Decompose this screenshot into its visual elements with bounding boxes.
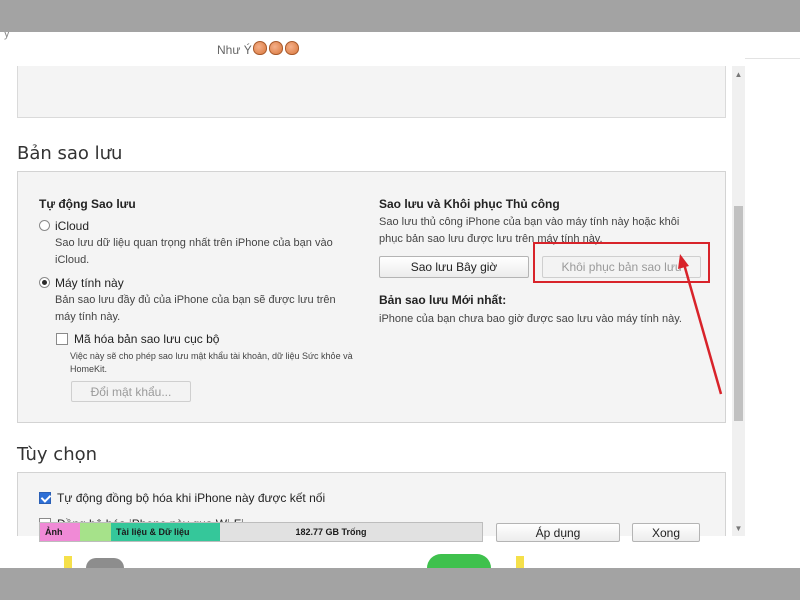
this-computer-radio-label[interactable]: Máy tính này	[55, 276, 124, 290]
options-section-title: Tùy chọn	[17, 444, 98, 465]
auto-backup-heading: Tự động Sao lưu	[39, 197, 136, 211]
auto-sync-label[interactable]: Tự động đồng bộ hóa khi iPhone này được …	[57, 491, 325, 505]
vertical-scrollbar[interactable]: ▲ ▼	[732, 66, 745, 536]
bottom-fragment-yellow-2	[516, 556, 524, 568]
latest-backup-description: iPhone của bạn chưa bao giờ được sao lưu…	[379, 313, 682, 325]
backup-now-button[interactable]: Sao lưu Bây giờ	[379, 256, 529, 278]
corner-glyph: ỹ	[4, 32, 10, 40]
this-computer-description-line-2: máy tính này.	[55, 311, 121, 323]
screenshot-top-border	[0, 0, 800, 32]
encrypt-backup-label[interactable]: Mã hóa bản sao lưu cục bộ	[74, 332, 219, 346]
backup-section-title: Bản sao lưu	[17, 143, 123, 164]
previous-section-panel	[17, 66, 726, 118]
user-name[interactable]: Như Ý	[217, 43, 252, 57]
window-right-margin	[745, 32, 800, 568]
storage-usage-bar: Ảnh Tài liệu & Dữ liệu 182.77 GB Trống	[39, 522, 483, 542]
done-button[interactable]: Xong	[632, 523, 700, 542]
screenshot-bottom-border	[0, 568, 800, 600]
scroll-up-arrow-icon[interactable]: ▲	[732, 68, 745, 80]
storage-segment-photos: Ảnh	[40, 523, 80, 541]
change-password-button[interactable]: Đổi mật khẩu...	[71, 381, 191, 402]
latest-backup-heading: Bản sao lưu Mới nhất:	[379, 293, 507, 307]
itunes-device-summary-window: ỹ Như Ý Bản sao lưu Tự động Sao lưu iClo…	[0, 32, 745, 568]
peach-emoji-icon	[253, 41, 267, 55]
user-bar: ỹ Như Ý	[0, 32, 745, 66]
scroll-content: Bản sao lưu Tự động Sao lưu iCloud Sao l…	[0, 66, 732, 536]
scrollbar-thumb[interactable]	[734, 206, 743, 421]
auto-sync-checkbox[interactable]	[39, 492, 51, 504]
scroll-down-arrow-icon[interactable]: ▼	[732, 522, 745, 534]
encrypt-description-line-2: HomeKit.	[70, 364, 108, 374]
this-computer-radio[interactable]	[39, 277, 50, 288]
icloud-description-line-2: iCloud.	[55, 254, 90, 266]
peach-emoji-icon	[285, 41, 299, 55]
bottom-fragment-gray	[86, 558, 124, 568]
manual-description-line-1: Sao lưu thủ công iPhone của bạn vào máy …	[379, 216, 680, 228]
storage-segment-free: 182.77 GB Trống	[220, 523, 482, 541]
backup-panel: Tự động Sao lưu iCloud Sao lưu dữ liệu q…	[17, 171, 726, 423]
storage-segment-other	[80, 523, 111, 541]
icloud-radio-label[interactable]: iCloud	[55, 219, 89, 233]
restore-highlight-box	[533, 242, 710, 283]
icloud-description-line-1: Sao lưu dữ liệu quan trọng nhất trên iPh…	[55, 237, 333, 249]
bottom-fragment-yellow	[64, 556, 72, 568]
encrypt-description-line-1: Việc này sẽ cho phép sao lưu mật khẩu tà…	[70, 351, 353, 361]
peach-emoji-icon	[269, 41, 283, 55]
this-computer-description-line-1: Bản sao lưu đầy đủ của iPhone của bạn sẽ…	[55, 294, 336, 306]
encrypt-backup-checkbox[interactable]	[56, 333, 68, 345]
separator	[745, 58, 800, 59]
bottom-fragment-green	[427, 554, 491, 568]
icloud-radio[interactable]	[39, 220, 50, 231]
apply-button[interactable]: Áp dụng	[496, 523, 620, 542]
storage-segment-documents: Tài liệu & Dữ liệu	[111, 523, 220, 541]
manual-backup-heading: Sao lưu và Khôi phục Thủ công	[379, 197, 560, 211]
